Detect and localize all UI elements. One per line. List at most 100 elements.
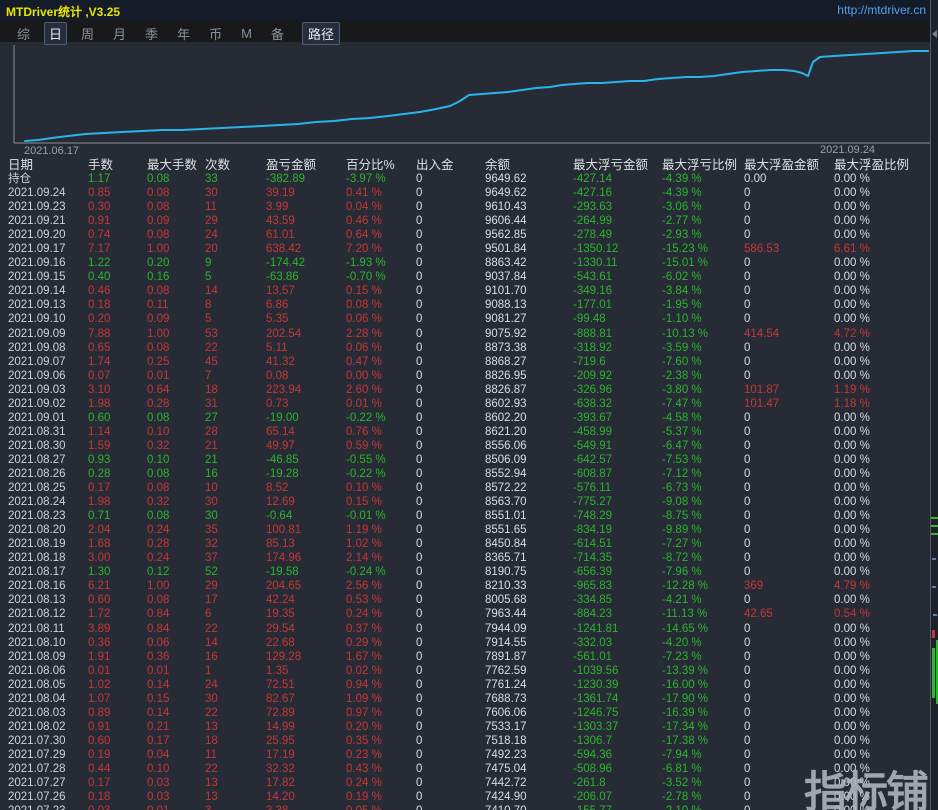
table-row[interactable]: 2021.09.20 0.74 0.08 24 61.01 0.64 % 0 9562.85 -… [0,228,938,242]
cell-最大手数: 0.32 [147,439,170,452]
table-row[interactable]: 2021.08.18 3.00 0.24 37 174.96 2.14 % 0 8365.71… [0,551,938,565]
table-row[interactable]: 2021.08.04 1.07 0.15 30 82.67 1.09 % 0 7688.73 -… [0,692,938,706]
table-row[interactable]: 2021.08.25 0.17 0.08 10 8.52 0.10 % 0 8572.22 -5… [0,481,938,495]
table-row[interactable]: 2021.09.23 0.30 0.08 11 3.99 0.04 % 0 9610.43 -2… [0,200,938,214]
table-row[interactable]: 2021.08.12 1.72 0.84 6 19.35 0.24 % 0 7963.44 -8… [0,607,938,621]
table-row[interactable]: 2021.09.15 0.40 0.16 5 -63.86 -0.70 % 0 9037.84… [0,270,938,284]
table-row[interactable]: 2021.08.31 1.14 0.10 28 65.14 0.76 % 0 8621.20 -… [0,425,938,439]
table-row[interactable]: 2021.08.27 0.93 0.10 21 -46.85 -0.55 % 0 8506.0… [0,453,938,467]
table-row[interactable]: 2021.08.05 1.02 0.14 24 72.51 0.94 % 0 7761.24 -… [0,678,938,692]
cell-余额: 8551.65 [485,524,527,537]
table-row[interactable]: 2021.08.30 1.59 0.32 21 49.97 0.59 % 0 8556.06 -… [0,439,938,453]
position-row[interactable]: 持仓 1.17 0.08 33 -382.89 -3.97 % 0 9649.62 -427.1… [0,172,938,186]
cell-最大手数: 0.20 [147,257,170,270]
cell-次数: 18 [205,734,218,747]
column-header-8: 最大浮亏金额 [573,158,649,172]
table-row[interactable]: 2021.08.16 6.21 1.00 29 204.65 2.56 % 0 8210.33… [0,579,938,593]
table-row[interactable]: 2021.09.08 0.65 0.08 22 5.11 0.06 % 0 8873.38 -3… [0,341,938,355]
neighbor-window-edge [930,0,938,810]
column-header-1: 手数 [88,158,114,172]
cell-最大浮盈比例: 0.00 % [834,734,870,747]
table-row[interactable]: 2021.07.28 0.44 0.10 22 32.32 0.43 % 0 7475.04 -… [0,762,938,776]
table-row[interactable]: 2021.09.21 0.91 0.09 29 43.59 0.46 % 0 9606.44 -… [0,214,938,228]
table-row[interactable]: 2021.09.01 0.60 0.08 27 -19.00 -0.22 % 0 8602.2… [0,411,938,425]
cell-次数: 32 [205,538,218,551]
table-row[interactable]: 2021.09.24 0.85 0.08 30 39.19 0.41 % 0 9649.62 -… [0,186,938,200]
cell-日期: 2021.08.10 [8,636,66,649]
table-row[interactable]: 2021.09.06 0.07 0.01 7 0.08 0.00 % 0 8826.95 -20… [0,369,938,383]
table-row[interactable]: 2021.09.14 0.46 0.08 14 13.57 0.15 % 0 9101.70 -… [0,284,938,298]
table-row[interactable]: 2021.07.26 0.18 0.03 13 14.20 0.19 % 0 7424.90 -… [0,790,938,804]
cell-最大手数: 0.09 [147,313,170,326]
cell-日期: 2021.09.17 [8,243,66,256]
cell-百分比%: 0.02 % [346,664,382,677]
cell-百分比%: 0.19 % [346,791,382,804]
cell-最大浮亏比例: -7.53 % [662,453,702,466]
cell-出入金: 0 [416,608,423,621]
table-row[interactable]: 2021.08.20 2.04 0.24 35 100.81 1.19 % 0 8551.65… [0,523,938,537]
cell-最大手数: 0.15 [147,692,170,705]
table-row[interactable]: 2021.08.09 1.91 0.36 16 129.28 1.67 % 0 7891.87… [0,650,938,664]
table-row[interactable]: 2021.08.19 1.68 0.28 32 85.13 1.02 % 0 8450.84 -… [0,537,938,551]
cell-次数: 5 [205,313,212,326]
cell-日期: 2021.08.05 [8,678,66,691]
table-row[interactable]: 2021.07.27 0.17 0.03 13 17.82 0.24 % 0 7442.72 -… [0,776,938,790]
cell-次数: 53 [205,327,218,340]
table-row[interactable]: 2021.09.10 0.20 0.09 5 5.35 0.06 % 0 9081.27 -99… [0,312,938,326]
cell-最大浮盈金额: 0 [744,425,751,438]
cell-最大浮亏金额: -1330.11 [573,257,618,270]
table-row[interactable]: 2021.08.06 0.01 0.01 1 1.35 0.02 % 0 7762.59 -10… [0,664,938,678]
table-row[interactable]: 2021.09.16 1.22 0.20 9 -174.42 -1.93 % 0 8863.4… [0,256,938,270]
cell-余额: 8602.20 [485,411,527,424]
cell-最大手数: 0.21 [147,720,170,733]
cell-余额: 8450.84 [485,538,527,551]
cell-日期: 2021.08.06 [8,664,66,677]
cell-余额: 8506.09 [485,453,527,466]
table-row[interactable]: 2021.07.29 0.19 0.04 11 17.19 0.23 % 0 7492.23 -… [0,748,938,762]
table-row[interactable]: 2021.07.23 0.03 0.01 3 3.38 0.05 % 0 7410.70 -15… [0,804,938,810]
table-row[interactable]: 2021.08.03 0.89 0.14 22 72.89 0.97 % 0 7606.06 -… [0,706,938,720]
cell-最大浮亏金额: -714.35 [573,552,613,565]
cell-手数: 1.59 [88,439,111,452]
cell-次数: 8 [205,299,212,312]
cell-最大浮盈比例: 0.00 % [834,313,870,326]
cell-日期: 2021.09.09 [8,327,66,340]
table-row[interactable]: 2021.09.03 3.10 0.64 18 223.94 2.60 % 0 8826.87… [0,383,938,397]
cell-百分比%: -0.55 % [346,453,386,466]
table-row[interactable]: 2021.09.13 0.18 0.11 8 6.86 0.08 % 0 9088.13 -17… [0,298,938,312]
cell-最大浮亏比例: -4.21 % [662,594,702,607]
cell-次数: 20 [205,243,218,256]
cell-手数: 0.40 [88,271,111,284]
table-row[interactable]: 2021.08.10 0.36 0.06 14 22.68 0.29 % 0 7914.55 -… [0,636,938,650]
table-row[interactable]: 2021.08.11 3.89 0.84 22 29.54 0.37 % 0 7944.09 -… [0,622,938,636]
table-row[interactable]: 2021.09.02 1.98 0.28 31 0.73 0.01 % 0 8602.93 -6… [0,397,938,411]
cell-出入金: 0 [416,678,423,691]
cell-最大浮亏比例: -12.28 % [662,580,709,593]
table-row[interactable]: 2021.08.24 1.98 0.32 30 12.69 0.15 % 0 8563.70 -… [0,495,938,509]
table-row[interactable]: 2021.09.07 1.74 0.25 45 41.32 0.47 % 0 8868.27 -… [0,355,938,369]
table-row[interactable]: 2021.08.23 0.71 0.08 30 -0.64 -0.01 % 0 8551.01… [0,509,938,523]
cell-百分比%: 0.47 % [346,355,382,368]
cell-最大浮盈比例: 0.00 % [834,369,870,382]
table-row[interactable]: 2021.09.17 7.17 1.00 20 638.42 7.20 % 0 9501.84… [0,242,938,256]
cell-手数: 1.17 [88,173,111,185]
menu-item-M[interactable]: M [236,24,257,43]
cell-余额: 7442.72 [485,777,527,790]
table-row[interactable]: 2021.08.17 1.30 0.12 52 -19.58 -0.24 % 0 8190.7… [0,565,938,579]
cell-盈亏金额: 204.65 [266,580,302,593]
cell-盈亏金额: 5.35 [266,313,289,326]
cell-日期: 2021.09.10 [8,313,66,326]
table-row[interactable]: 2021.09.09 7.88 1.00 53 202.54 2.28 % 0 9075.92… [0,327,938,341]
cell-最大浮盈金额: 0 [744,510,751,523]
cell-次数: 21 [205,439,218,452]
table-row[interactable]: 2021.07.30 0.60 0.17 18 25.95 0.35 % 0 7518.18 -… [0,734,938,748]
cell-次数: 30 [205,496,218,509]
cell-最大手数: 0.03 [147,791,170,804]
cell-出入金: 0 [416,383,423,396]
table-row[interactable]: 2021.08.26 0.28 0.08 16 -19.28 -0.22 % 0 8552.9… [0,467,938,481]
cell-百分比%: 0.04 % [346,201,382,214]
cell-出入金: 0 [416,215,423,228]
table-row[interactable]: 2021.08.02 0.91 0.21 13 14.99 0.20 % 0 7533.17 -… [0,720,938,734]
table-row[interactable]: 2021.08.13 0.60 0.08 17 42.24 0.53 % 0 8005.68 -… [0,593,938,607]
column-header-0: 日期 [8,158,34,172]
